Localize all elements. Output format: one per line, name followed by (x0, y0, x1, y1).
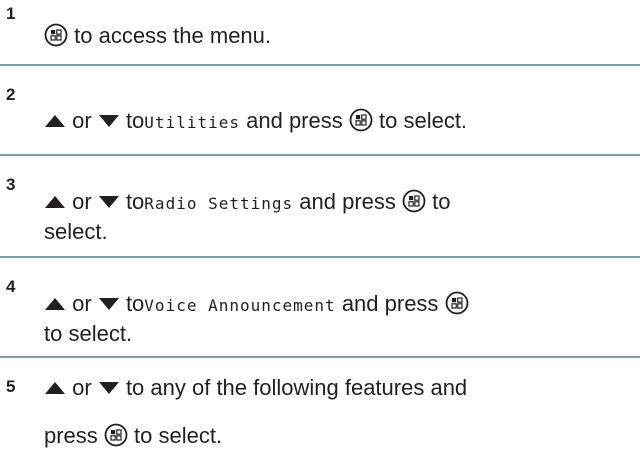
up-arrow-icon (44, 195, 66, 209)
step-1: 1 to access the menu. (0, 0, 640, 64)
step-number: 1 (6, 4, 16, 23)
step-line: select. (44, 218, 108, 246)
menu-ok-button-icon (402, 189, 426, 213)
step-4: 4 or toVoice Announcement and press to s… (0, 258, 640, 356)
step-text: to access the menu. (74, 23, 272, 48)
down-arrow-icon (98, 381, 120, 395)
menu-item-name: Utilities (144, 113, 240, 132)
menu-item-name: Radio Settings (144, 194, 294, 213)
step-line: or toRadio Settings and press to (44, 188, 451, 218)
menu-ok-button-icon (445, 291, 469, 315)
or-text: or (72, 291, 92, 316)
step-text: to (432, 189, 451, 214)
step-text: select. (44, 219, 108, 244)
step-text: and press (246, 108, 343, 133)
down-arrow-icon (98, 114, 120, 128)
step-2: 2 or toUtilities and press to select. (0, 66, 640, 154)
to-text: to (125, 291, 145, 316)
down-arrow-icon (98, 297, 120, 311)
menu-ok-button-icon (44, 23, 68, 47)
step-line: to select. (44, 320, 132, 348)
menu-item-name: Voice Announcement (144, 296, 336, 315)
up-arrow-icon (44, 114, 66, 128)
step-text: to select. (134, 423, 223, 448)
step-number: 4 (6, 277, 16, 296)
up-arrow-icon (44, 381, 66, 395)
or-text: or (72, 108, 92, 133)
or-text: or (72, 189, 92, 214)
step-text: and press (299, 189, 396, 214)
step-line: press to select. (44, 422, 222, 450)
or-text: or (72, 375, 92, 400)
to-text: to (125, 189, 145, 214)
down-arrow-icon (98, 195, 120, 209)
step-number: 5 (6, 377, 16, 396)
step-text: to select. (44, 321, 133, 346)
step-line: or to any of the following features and (44, 374, 467, 402)
menu-ok-button-icon (349, 108, 373, 132)
step-number: 2 (6, 85, 16, 104)
step-text: and press (341, 291, 439, 316)
step-line: or toUtilities and press to select. (44, 107, 467, 137)
step-text: to any of the following features and (125, 375, 468, 400)
step-line: to access the menu. (44, 22, 271, 50)
step-3: 3 or toRadio Settings and press to selec… (0, 156, 640, 256)
step-5: 5 or to any of the following features an… (0, 358, 640, 467)
step-number: 3 (6, 175, 16, 194)
step-line: or toVoice Announcement and press (44, 290, 469, 320)
step-text: to select. (379, 108, 468, 133)
up-arrow-icon (44, 297, 66, 311)
menu-ok-button-icon (104, 423, 128, 447)
to-text: to (125, 108, 145, 133)
step-text: press (44, 423, 98, 448)
